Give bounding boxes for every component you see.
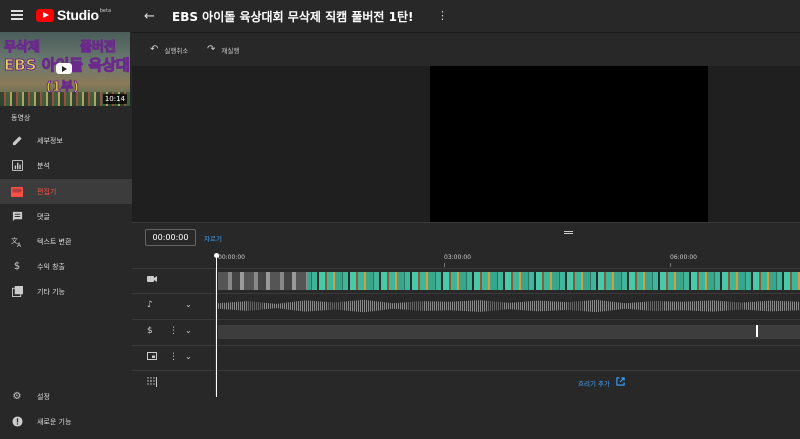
preview-area <box>132 66 800 222</box>
undo-label: 실행취소 <box>164 46 189 55</box>
kebab-menu-icon[interactable]: ⋮ <box>169 326 178 336</box>
audio-waveform[interactable] <box>218 299 800 313</box>
whats-new-icon <box>11 416 23 428</box>
dollar-icon: $ <box>147 326 153 336</box>
undo-button[interactable]: ↶ 실행취소 <box>150 44 188 55</box>
blur-icon <box>147 377 157 390</box>
comment-icon <box>11 211 23 223</box>
studio-logo[interactable]: Studio beta <box>36 7 111 23</box>
sidebar-item-transcription[interactable]: 文A 텍스트 변환 <box>0 229 132 254</box>
youtube-logo-icon <box>36 8 54 22</box>
sidebar-item-label: 새로운 기능 <box>37 417 72 426</box>
translate-icon: 文A <box>11 236 23 248</box>
more-options-icon[interactable]: ⋮ <box>437 9 448 22</box>
ruler-label: 00:00:00 <box>218 254 245 261</box>
ruler-label: 03:00:00 <box>444 254 471 261</box>
video-camera-icon <box>147 275 157 286</box>
chevron-down-icon[interactable]: ⌄ <box>185 300 192 309</box>
sidebar-item-label: 편집기 <box>37 187 57 196</box>
sidebar-item-comments[interactable]: 댓글 <box>0 204 132 229</box>
page-title: EBS 아이돌 육상대회 무삭제 직캠 풀버전 1탄! <box>172 10 414 24</box>
timecode-display[interactable]: 00:00:00 <box>145 229 196 246</box>
track-controls: $ ⋮ ⌄ <box>132 320 216 345</box>
sidebar-item-label: 텍스트 변환 <box>37 237 72 246</box>
time-ruler[interactable]: 00:00:00 03:00:00 06:00:00 <box>216 251 800 269</box>
track-controls <box>132 371 216 396</box>
kebab-menu-icon[interactable]: ⋮ <box>169 352 178 362</box>
sidebar: Studio beta 무삭제 풀버전 EBS 아이돌 육상대회 (1부) 10… <box>0 0 132 439</box>
redo-label: 재실행 <box>221 46 240 55</box>
playhead[interactable] <box>216 255 217 397</box>
sidebar-item-label: 댓글 <box>37 212 50 221</box>
sidebar-item-label: 설정 <box>37 392 50 401</box>
chevron-down-icon[interactable]: ⌄ <box>185 326 192 335</box>
redo-button[interactable]: ↷ 재실행 <box>207 44 239 55</box>
editor-toolbar: ↶ 실행취소 ↷ 재실행 <box>132 32 800 66</box>
sidebar-item-label: 수익 창출 <box>37 262 65 271</box>
undo-icon: ↶ <box>150 44 159 55</box>
timeline: 00:00:00 자르기 00:00:00 03:00:00 06:00:00 … <box>132 222 800 439</box>
cut-link[interactable]: 자르기 <box>204 233 222 243</box>
ad-break-marker[interactable] <box>756 325 758 337</box>
thumb-text-1: 무삭제 <box>4 40 41 56</box>
track-controls: ⋮ ⌄ <box>132 346 216 371</box>
sidebar-item-label: 기타 기능 <box>37 287 65 296</box>
ruler-label: 06:00:00 <box>670 254 697 261</box>
music-note-icon: ♪ <box>147 300 153 310</box>
sidebar-header: Studio beta <box>0 0 132 32</box>
chevron-down-icon[interactable]: ⌄ <box>185 352 192 361</box>
pencil-icon <box>11 135 23 147</box>
add-blur-label: 흐리기 추가 <box>578 380 610 388</box>
sidebar-item-whats-new[interactable]: 새로운 기능 <box>0 409 132 434</box>
sidebar-item-label: 세부정보 <box>37 136 63 145</box>
thumb-text-2: 풀버전 <box>80 40 117 56</box>
video-preview[interactable] <box>430 66 708 222</box>
add-blur-button[interactable]: 흐리기 추가 <box>578 377 625 389</box>
ruler-tick <box>670 263 671 267</box>
analytics-icon <box>11 160 23 172</box>
end-screen-track: ⋮ ⌄ <box>132 345 800 371</box>
logo-text: Studio <box>57 7 99 23</box>
dollar-icon: $ <box>13 261 21 272</box>
play-icon <box>56 63 72 74</box>
blur-track: 흐리기 추가 <box>132 370 800 396</box>
track-controls: ♪ ⌄ <box>132 294 216 319</box>
end-screen-icon <box>147 352 157 363</box>
video-clip[interactable] <box>218 272 800 290</box>
menu-icon[interactable] <box>11 10 23 20</box>
sidebar-item-settings[interactable]: ⚙ 설정 <box>0 384 132 409</box>
redo-icon: ↷ <box>207 44 216 55</box>
resize-handle-icon[interactable] <box>564 231 573 234</box>
editor-icon <box>11 186 23 198</box>
more-features-icon <box>11 286 23 298</box>
external-link-icon <box>616 377 625 389</box>
sidebar-item-label: 분석 <box>37 161 50 170</box>
back-arrow-icon[interactable]: ← <box>144 9 155 24</box>
sidebar-item-details[interactable]: 세부정보 <box>0 128 132 153</box>
top-bar: ← EBS 아이돌 육상대회 무삭제 직캠 풀버전 1탄! ⋮ <box>132 0 800 32</box>
gear-icon: ⚙ <box>12 391 22 402</box>
svg-text:A: A <box>17 242 22 247</box>
sidebar-item-monetization[interactable]: $ 수익 창출 <box>0 254 132 279</box>
ad-break-track: $ ⋮ ⌄ <box>132 319 800 345</box>
section-label: 동영상 <box>11 114 31 122</box>
ad-break-bar[interactable] <box>218 325 800 339</box>
sidebar-item-other-features[interactable]: 기타 기능 <box>0 279 132 304</box>
video-track <box>132 268 800 294</box>
track-controls <box>132 269 216 294</box>
logo-beta-badge: beta <box>99 8 112 14</box>
video-clip-intro <box>218 272 308 290</box>
ruler-tick <box>444 263 445 267</box>
sidebar-item-editor[interactable]: 편집기 <box>0 179 132 204</box>
audio-track: ♪ ⌄ <box>132 293 800 319</box>
duration-badge: 10:14 <box>102 94 127 104</box>
sidebar-item-analytics[interactable]: 분석 <box>0 153 132 178</box>
video-thumbnail[interactable]: 무삭제 풀버전 EBS 아이돌 육상대회 (1부) 10:14 <box>0 32 130 106</box>
